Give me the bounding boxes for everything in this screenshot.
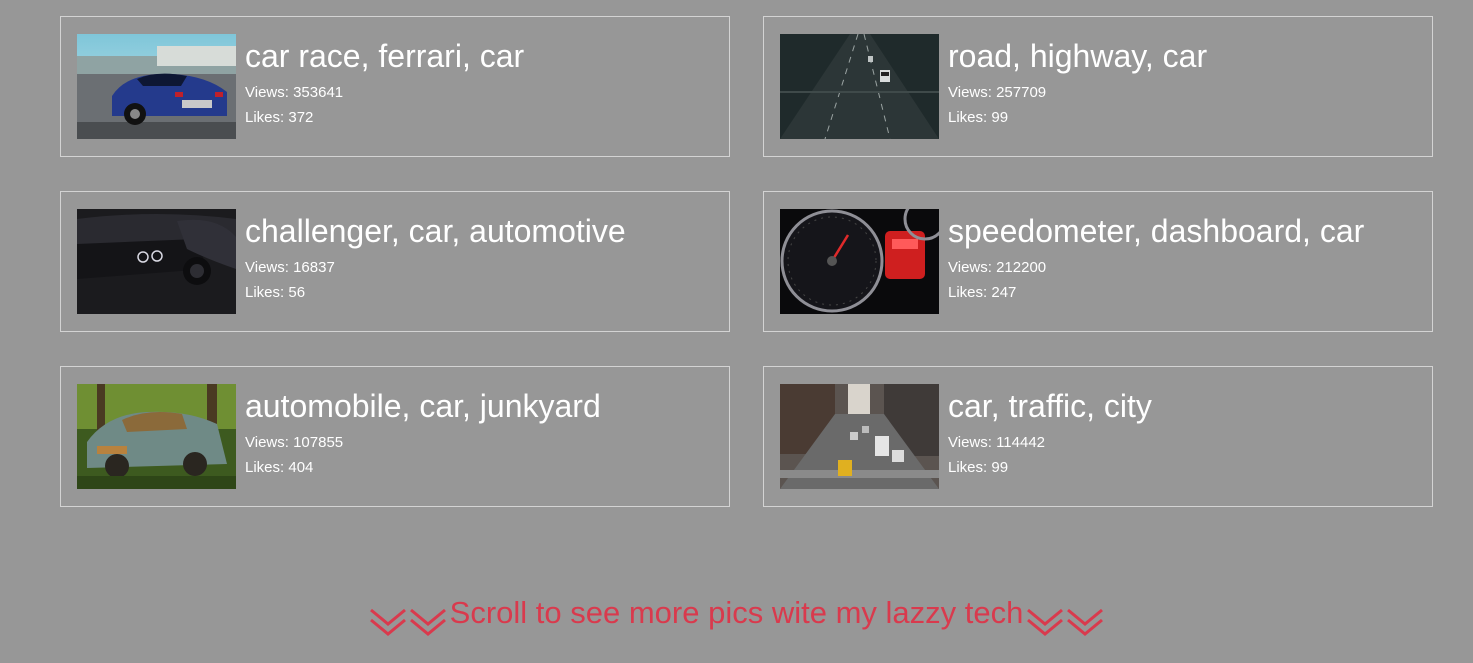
views-count: Views: 114442 xyxy=(948,434,1046,451)
traffic-thumbnail[interactable] xyxy=(780,384,939,489)
car-race-thumbnail[interactable] xyxy=(77,34,236,139)
card-title[interactable]: road, highway, car xyxy=(948,38,1207,74)
image-card[interactable]: speedometer, dashboard, car Views: 21220… xyxy=(763,191,1433,332)
card-info: road, highway, car Views: 257709 Likes: … xyxy=(948,34,1207,130)
image-card[interactable]: car, traffic, city Views: 114442 Likes: … xyxy=(763,366,1433,507)
card-info: car, traffic, city Views: 114442 Likes: … xyxy=(948,384,1152,480)
card-title[interactable]: car, traffic, city xyxy=(948,388,1152,424)
likes-count: Likes: 247 xyxy=(948,284,1017,301)
junkyard-thumbnail[interactable] xyxy=(77,384,236,489)
card-info: challenger, car, automotive Views: 16837… xyxy=(245,209,626,305)
speedometer-photo xyxy=(780,209,939,314)
views-count: Views: 16837 xyxy=(245,259,335,276)
highway-thumbnail[interactable] xyxy=(780,34,939,139)
views-count: Views: 353641 xyxy=(245,84,344,101)
likes-count: Likes: 372 xyxy=(245,109,314,126)
blue-sports-car-photo xyxy=(77,34,236,139)
image-grid: car race, ferrari, car Views: 353641 Lik… xyxy=(60,16,1433,507)
highway-road-photo xyxy=(780,34,939,139)
image-card[interactable]: road, highway, car Views: 257709 Likes: … xyxy=(763,16,1433,157)
views-count: Views: 107855 xyxy=(245,434,344,451)
image-card[interactable]: automobile, car, junkyard Views: 107855 … xyxy=(60,366,730,507)
likes-count: Likes: 56 xyxy=(245,284,306,301)
likes-count: Likes: 99 xyxy=(948,459,1009,476)
double-chevron-down-icon xyxy=(408,598,448,638)
double-chevron-down-icon xyxy=(368,598,408,638)
likes-count: Likes: 99 xyxy=(948,109,1009,126)
double-chevron-down-icon xyxy=(1065,598,1105,638)
card-title[interactable]: automobile, car, junkyard xyxy=(245,388,601,424)
card-title[interactable]: challenger, car, automotive xyxy=(245,213,626,249)
dark-challenger-car-photo xyxy=(77,209,236,314)
challenger-thumbnail[interactable] xyxy=(77,209,236,314)
likes-count: Likes: 404 xyxy=(245,459,314,476)
city-traffic-photo xyxy=(780,384,939,489)
card-info: automobile, car, junkyard Views: 107855 … xyxy=(245,384,601,480)
scroll-hint-text: Scroll to see more pics wite my lazzy te… xyxy=(449,595,1024,630)
views-count: Views: 212200 xyxy=(948,259,1047,276)
image-card[interactable]: challenger, car, automotive Views: 16837… xyxy=(60,191,730,332)
image-card[interactable]: car race, ferrari, car Views: 353641 Lik… xyxy=(60,16,730,157)
double-chevron-down-icon xyxy=(1025,598,1065,638)
card-info: car race, ferrari, car Views: 353641 Lik… xyxy=(245,34,524,130)
scroll-hint: Scroll to see more pics wite my lazzy te… xyxy=(0,588,1473,638)
card-info: speedometer, dashboard, car Views: 21220… xyxy=(948,209,1364,305)
speedometer-thumbnail[interactable] xyxy=(780,209,939,314)
card-title[interactable]: speedometer, dashboard, car xyxy=(948,213,1364,249)
views-count: Views: 257709 xyxy=(948,84,1047,101)
rusty-car-photo xyxy=(77,384,236,489)
card-title[interactable]: car race, ferrari, car xyxy=(245,38,524,74)
